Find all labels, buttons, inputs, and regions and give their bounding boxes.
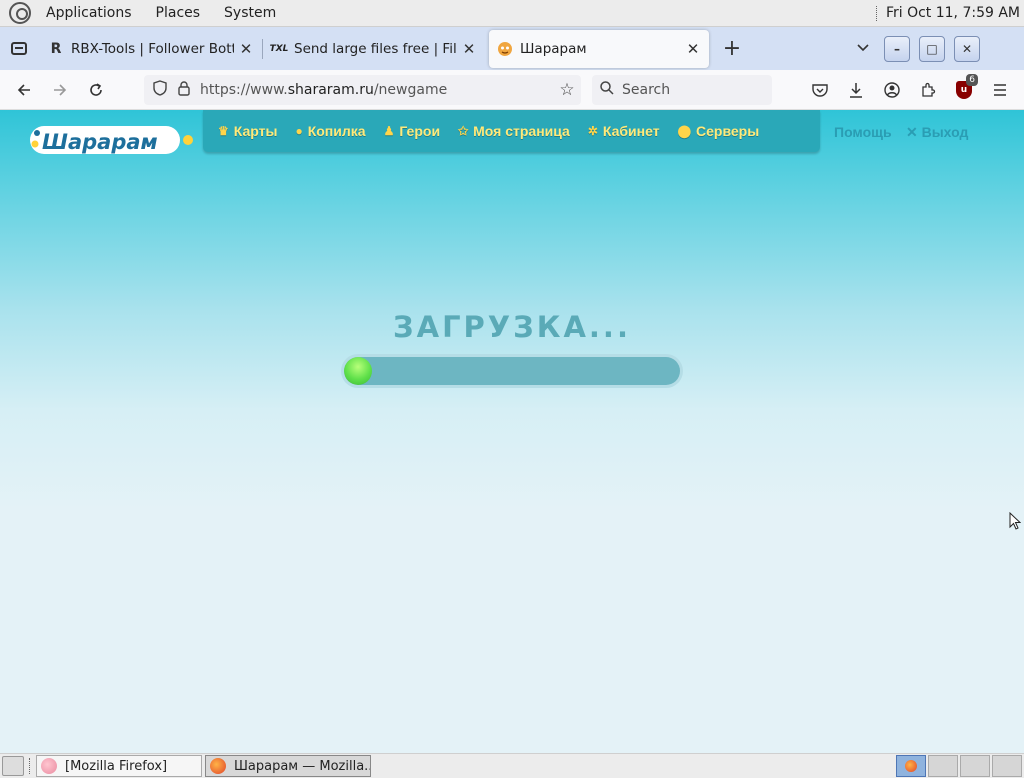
ublock-badge: 6 [966, 74, 978, 86]
workspace-1[interactable] [896, 755, 926, 777]
taskbar-grip [29, 758, 31, 774]
mouse-cursor-icon [1009, 512, 1021, 530]
url-path: /newgame [373, 82, 448, 98]
txl-favicon-icon: TXL [269, 43, 289, 54]
nav-heroes-label: Герои [399, 123, 441, 139]
loading-text: ЗАГРУЗКА... [393, 310, 631, 344]
task-firefox[interactable]: [Mozilla Firefox] [36, 755, 202, 777]
applications-menu[interactable]: Applications [37, 5, 141, 21]
reload-icon[interactable] [82, 76, 110, 104]
gear-icon: ✲ [587, 124, 598, 138]
page-content: Шарарам ♛ Карты ● Копилка ♟ Герои ✩ Моя стра… [0, 110, 1024, 753]
list-all-tabs-chevron-down-icon[interactable] [851, 41, 875, 57]
progress-track-inner [344, 357, 680, 385]
tab-shararam[interactable]: Шарарам ✕ [489, 29, 709, 68]
account-icon[interactable] [878, 76, 906, 104]
distro-logo-icon[interactable] [9, 2, 31, 24]
workspace-3[interactable] [960, 755, 990, 777]
task-label: [Mozilla Firefox] [65, 758, 168, 774]
nav-servers[interactable]: ⬤ Серверы [678, 123, 760, 139]
lock-icon[interactable] [172, 80, 196, 100]
tab-title: Шарарам [520, 40, 587, 57]
url-prefix: https://www. [200, 82, 288, 98]
logo-text: Шарарам [42, 130, 158, 154]
top-panel: Applications Places System Fri Oct 11, 7… [0, 0, 1024, 27]
maximize-button[interactable]: □ [919, 35, 945, 62]
shararam-favicon-icon [497, 41, 513, 57]
search-placeholder: Search [622, 82, 671, 98]
nav-cabinet-label: Кабинет [602, 123, 660, 139]
bottom-taskbar: [Mozilla Firefox] Шарарам — Mozilla... [0, 753, 1024, 778]
firefox-view-icon [11, 42, 27, 55]
tab-rbx-tools[interactable]: R RBX-Tools | Follower Botter ✕ [40, 30, 262, 68]
show-desktop-button[interactable] [2, 756, 24, 776]
help-link[interactable]: Помощь [834, 124, 892, 140]
exit-link[interactable]: ✕ Выход [906, 124, 968, 141]
tracking-shield-icon[interactable] [148, 80, 172, 100]
hamburger-menu-icon[interactable] [986, 76, 1014, 104]
shararam-logo[interactable]: Шарарам [28, 120, 196, 160]
firefox-mini-icon [905, 760, 917, 772]
progress-fill [344, 357, 372, 385]
firefox-view-button[interactable] [6, 36, 32, 62]
loading-progress-bar [341, 354, 683, 388]
crown-icon: ♛ [218, 124, 229, 138]
back-arrow-icon[interactable] [10, 76, 38, 104]
nav-servers-label: Серверы [696, 123, 760, 139]
toolbar-icons: u 6 [798, 74, 1014, 104]
firefox-icon [210, 758, 226, 774]
firefox-icon [41, 758, 57, 774]
workspace-2[interactable] [928, 755, 958, 777]
rbx-favicon-icon: R [50, 40, 62, 57]
forward-arrow-icon[interactable] [46, 76, 74, 104]
url-text[interactable]: https://www.shararam.ru/newgame [200, 82, 553, 98]
hero-icon: ♟ [383, 124, 395, 138]
task-shararam[interactable]: Шарарам — Mozilla... [205, 755, 371, 777]
tab-close-icon[interactable]: ✕ [238, 40, 254, 58]
nav-piggybank-label: Копилка [307, 123, 366, 139]
places-menu[interactable]: Places [147, 5, 210, 21]
tab-title: RBX-Tools | Follower Botter [71, 40, 234, 57]
nav-piggybank[interactable]: ● Копилка [295, 123, 365, 139]
star-icon: ✩ [458, 124, 469, 138]
pin-icon: ⬤ [677, 124, 691, 138]
nav-my-page-label: Моя страница [473, 123, 570, 139]
new-tab-button[interactable]: + [719, 36, 745, 61]
clock[interactable]: Fri Oct 11, 7:59 AM [886, 5, 1020, 21]
tab-close-icon[interactable]: ✕ [685, 40, 701, 58]
bookmark-star-icon[interactable]: ☆ [553, 80, 581, 100]
nav-maps-label: Карты [233, 123, 278, 139]
ublock-origin-icon[interactable]: u 6 [950, 74, 978, 104]
search-bar[interactable]: Search [592, 75, 772, 105]
tab-strip: R RBX-Tools | Follower Botter ✕ TXL Send… [0, 27, 1024, 70]
coin-icon: ● [295, 124, 303, 138]
downloads-icon[interactable] [842, 76, 870, 104]
tab-txl[interactable]: TXL Send large files free | File sh ✕ [263, 30, 485, 68]
url-bar[interactable]: https://www.shararam.ru/newgame ☆ [144, 75, 581, 105]
nav-my-page[interactable]: ✩ Моя страница [458, 123, 570, 139]
tab-title: Send large files free | File sh [294, 40, 457, 57]
pocket-icon[interactable] [806, 76, 834, 104]
panel-grip [875, 5, 878, 21]
workspace-4[interactable] [992, 755, 1022, 777]
nav-cabinet[interactable]: ✲ Кабинет [588, 123, 660, 139]
extensions-puzzle-icon[interactable] [914, 76, 942, 104]
url-domain: shararam.ru [287, 82, 374, 98]
navigation-bar: https://www.shararam.ru/newgame ☆ Search… [0, 70, 1024, 110]
nav-maps[interactable]: ♛ Карты [218, 123, 277, 139]
nav-heroes[interactable]: ♟ Герои [384, 123, 441, 139]
close-window-button[interactable]: ✕ [954, 35, 980, 62]
site-nav-panel: ♛ Карты ● Копилка ♟ Герои ✩ Моя страница ✲ Ка… [203, 110, 820, 152]
minimize-button[interactable]: – [884, 35, 910, 62]
search-icon [592, 81, 622, 99]
tab-close-icon[interactable]: ✕ [461, 40, 477, 58]
task-label: Шарарам — Mozilla... [234, 758, 371, 774]
system-menu[interactable]: System [215, 5, 285, 21]
